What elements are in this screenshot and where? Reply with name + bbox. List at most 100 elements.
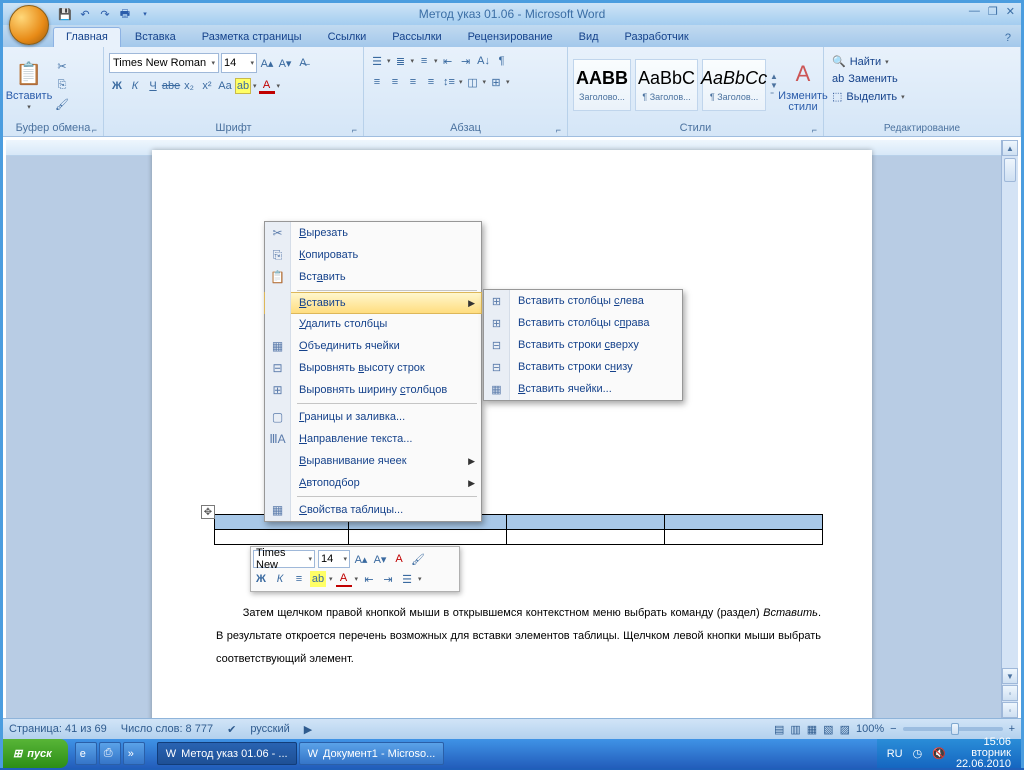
zoom-in-button[interactable]: + [1009,723,1015,735]
style-item[interactable]: AaBbCc¶ Заголов... [702,59,766,111]
align-right-icon[interactable]: ≡ [405,74,421,90]
view-read-icon[interactable]: ▥ [790,723,800,736]
menu-item[interactable]: ⊟Вставить строки снизу [484,356,682,378]
align-justify-icon[interactable]: ≡ [423,74,439,90]
formatpainter-icon[interactable]: 🖌 [54,96,70,112]
mini-dedent-icon[interactable]: ⇤ [361,571,377,587]
undo-icon[interactable]: ↶ [77,6,93,22]
start-button[interactable]: ⊞пуск [3,739,68,768]
body-paragraph[interactable]: Затем щелчком правой кнопкой мыши в откр… [216,601,821,670]
view-outline-icon[interactable]: ▧ [823,723,833,736]
strike-button[interactable]: abe [163,78,179,94]
shrink-font-icon[interactable]: A▾ [277,55,293,71]
find-button[interactable]: 🔍Найти ▾ [829,53,892,70]
copy-icon[interactable]: ⎘ [54,77,70,93]
linespacing-icon[interactable]: ↕≡ [441,74,457,90]
redo-icon[interactable]: ↷ [97,6,113,22]
menu-item[interactable]: ⊞Вставить столбцы слева [484,290,682,312]
menu-item[interactable]: ⊞Вставить столбцы справа [484,312,682,334]
menu-item[interactable]: ▦Объединить ячейки [265,335,481,357]
prev-page-icon[interactable]: ◦ [1002,685,1018,701]
scroll-down-icon[interactable]: ▼ [1002,668,1018,684]
tray-icon[interactable]: 🔇 [932,747,946,760]
scroll-up-icon[interactable]: ▲ [1002,140,1018,156]
mini-painter-icon[interactable]: 🖌 [410,551,426,567]
mini-center-icon[interactable]: ≡ [291,571,307,587]
menu-item[interactable]: Выравнивание ячеек▶ [265,450,481,472]
showmarks-icon[interactable]: ¶ [494,53,510,69]
select-button[interactable]: ⬚Выделить ▾ [829,88,908,105]
menu-item[interactable]: 📋Вставить [265,266,481,288]
quicklaunch-ie-icon[interactable]: e [75,742,97,765]
change-styles-button[interactable]: AИзменить стили [782,55,824,115]
clear-format-icon[interactable]: A̶ [295,55,311,71]
qat-more-icon[interactable]: ▾ [137,6,153,22]
dedent-icon[interactable]: ⇤ [440,53,456,69]
font-size-combo[interactable]: 14▾ [221,53,257,73]
tab-review[interactable]: Рецензирование [456,28,565,47]
subscript-button[interactable]: x₂ [181,78,197,94]
page-indicator[interactable]: Страница: 41 из 69 [9,723,107,735]
zoom-slider[interactable] [903,727,1003,731]
highlight-button[interactable]: ab [235,78,251,94]
menu-item[interactable]: ▢Границы и заливка... [265,406,481,428]
close-button[interactable]: ✕ [1006,5,1015,18]
mini-size-combo[interactable]: 14▾ [318,550,350,568]
menu-item[interactable]: ✂Вырезать [265,222,481,244]
tab-pagelayout[interactable]: Разметка страницы [190,28,314,47]
bullets-icon[interactable]: ☰ [369,53,385,69]
view-print-icon[interactable]: ▤ [774,723,784,736]
mini-fontcolor-icon[interactable]: A [336,571,352,587]
menu-item[interactable]: ⊞Выровнять ширину столбцов [265,379,481,401]
borders-icon[interactable]: ⊞ [488,74,504,90]
maximize-button[interactable]: ❐ [988,5,998,18]
table-move-handle[interactable]: ✥ [201,505,215,519]
mini-shrink-icon[interactable]: A▾ [372,551,388,567]
shading-icon[interactable]: ◫ [465,74,481,90]
dialog-launcher-icon[interactable]: ⌐ [556,125,561,135]
zoom-knob[interactable] [951,723,959,735]
sort-icon[interactable]: A↓ [476,53,492,69]
help-button[interactable]: ? [995,29,1021,47]
tab-insert[interactable]: Вставка [123,28,188,47]
macro-icon[interactable]: ▶ [304,723,312,736]
mini-font-combo[interactable]: Times New▾ [253,550,315,568]
menu-item[interactable]: ⊟Выровнять высоту строк [265,357,481,379]
menu-item[interactable]: ⅢAНаправление текста... [265,428,481,450]
dialog-launcher-icon[interactable]: ⌐ [92,125,97,135]
tray-clock[interactable]: 15:06 вторник 22.06.2010 [956,737,1011,770]
tab-references[interactable]: Ссылки [316,28,379,47]
vertical-scrollbar[interactable]: ▲ ▼ ◦ ◦ [1001,140,1018,718]
font-name-combo[interactable]: Times New Roman▾ [109,53,219,73]
save-icon[interactable]: 💾 [57,6,73,22]
menu-item[interactable]: Вставить▶ [264,292,482,314]
tab-view[interactable]: Вид [567,28,611,47]
multilevel-icon[interactable]: ≡ [416,53,432,69]
dialog-launcher-icon[interactable]: ⌐ [352,125,357,135]
scroll-thumb[interactable] [1004,158,1016,182]
word-count[interactable]: Число слов: 8 777 [121,723,213,735]
zoom-value[interactable]: 100% [856,723,884,735]
language-indicator[interactable]: русский [250,723,289,735]
menu-item[interactable]: ⎘Копировать [265,244,481,266]
menu-item[interactable]: ⊟Вставить строки сверху [484,334,682,356]
dialog-launcher-icon[interactable]: ⌐ [812,125,817,135]
tray-icon[interactable]: ◷ [913,747,923,760]
align-center-icon[interactable]: ≡ [387,74,403,90]
quicklaunch-item[interactable]: ⎙ [99,742,121,765]
quicklaunch-item[interactable]: » [123,742,145,765]
mini-bullets-icon[interactable]: ☰ [399,571,415,587]
align-left-icon[interactable]: ≡ [369,74,385,90]
bold-button[interactable]: Ж [109,78,125,94]
mini-highlight-icon[interactable]: ab [310,571,326,587]
tab-developer[interactable]: Разработчик [613,28,701,47]
quickprint-icon[interactable]: 🖶 [117,6,133,22]
italic-button[interactable]: К [127,78,143,94]
menu-item[interactable]: Автоподбор▶ [265,472,481,494]
tray-lang[interactable]: RU [887,748,903,760]
menu-item[interactable]: Удалить столбцы [265,313,481,335]
mini-grow-icon[interactable]: A▴ [353,551,369,567]
spellcheck-icon[interactable]: ✔ [227,723,236,736]
changecase-button[interactable]: Aa [217,78,233,94]
fontcolor-button[interactable]: A [259,78,275,94]
